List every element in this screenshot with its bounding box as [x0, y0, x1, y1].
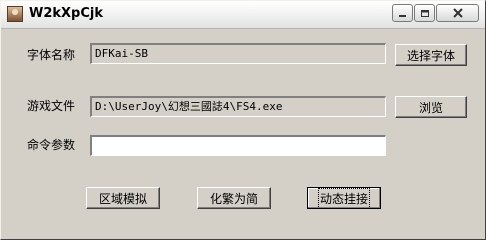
font-name-label: 字体名称 [27, 48, 76, 62]
title-bar[interactable]: W2kXpCjk [1, 1, 485, 29]
minimize-button[interactable] [392, 4, 413, 22]
close-button[interactable] [436, 4, 479, 22]
window-title: W2kXpCjk [29, 6, 104, 21]
game-file-field[interactable]: D:\UserJoy\幻想三國誌4\FS4.exe [90, 96, 386, 117]
app-icon [7, 6, 23, 22]
font-name-field[interactable]: DFKai-SB [90, 43, 386, 64]
minimize-icon [399, 14, 406, 17]
choose-font-button[interactable]: 选择字体 [395, 44, 467, 66]
dynamic-hook-button[interactable]: 动态挂接 [307, 187, 381, 209]
command-args-label: 命令参数 [27, 138, 76, 152]
browse-button[interactable]: 浏览 [395, 96, 467, 118]
trad-to-simp-button[interactable]: 化繁为简 [197, 187, 271, 209]
close-icon [452, 8, 463, 18]
maximize-button[interactable] [414, 4, 435, 22]
command-args-input[interactable] [90, 135, 386, 156]
dynamic-hook-label: 动态挂接 [317, 187, 371, 209]
maximize-icon [420, 9, 429, 17]
region-emulate-button[interactable]: 区域模拟 [86, 187, 160, 209]
app-window: W2kXpCjk 字体名称 DFKai-SB 选择字体 游戏文件 D:\User… [0, 0, 486, 240]
game-file-label: 游戏文件 [27, 99, 76, 113]
